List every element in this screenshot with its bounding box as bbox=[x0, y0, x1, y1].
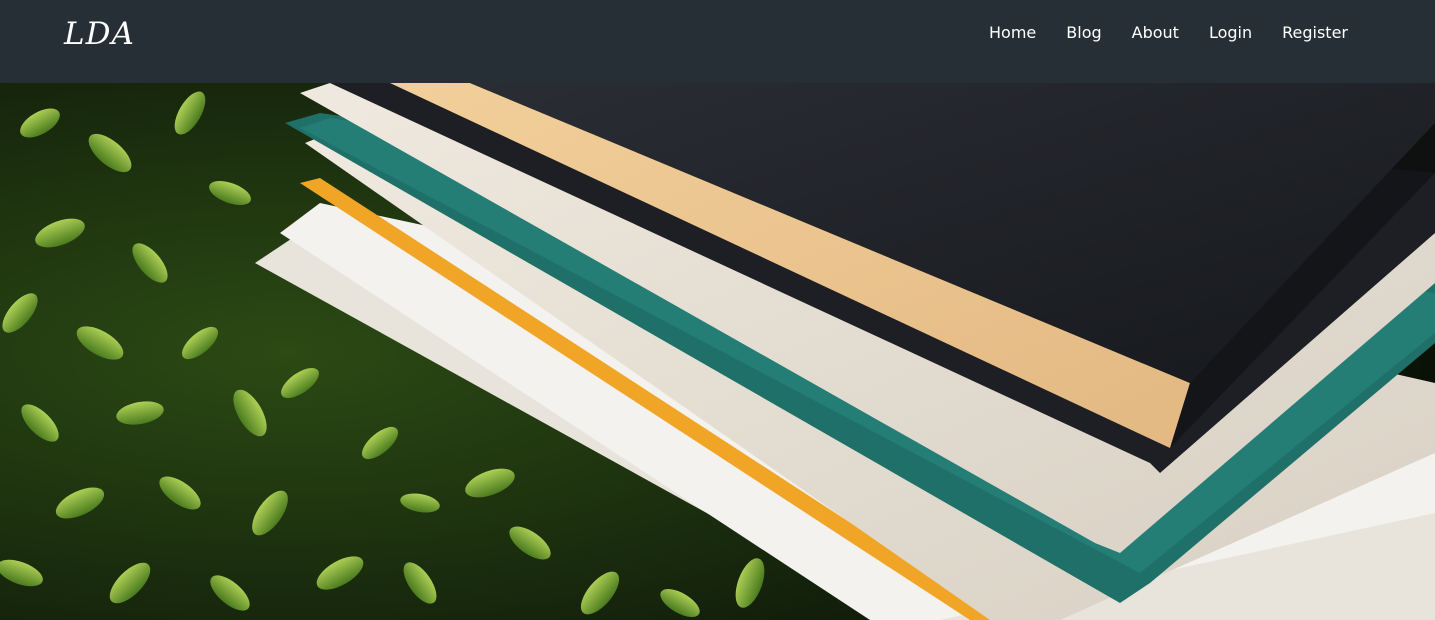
nav-link-about[interactable]: About bbox=[1117, 22, 1194, 44]
nav-link-register[interactable]: Register bbox=[1267, 22, 1348, 44]
hero-image bbox=[0, 83, 1435, 620]
nav-link-login[interactable]: Login bbox=[1194, 22, 1267, 44]
nav-link-blog[interactable]: Blog bbox=[1051, 22, 1116, 44]
brand-logo[interactable]: LDA bbox=[64, 16, 135, 52]
books-on-grass-illustration bbox=[0, 83, 1435, 620]
nav-link-home[interactable]: Home bbox=[974, 22, 1051, 44]
top-navbar: LDA Home Blog About Login Register bbox=[0, 0, 1435, 83]
main-nav: Home Blog About Login Register bbox=[974, 22, 1348, 44]
